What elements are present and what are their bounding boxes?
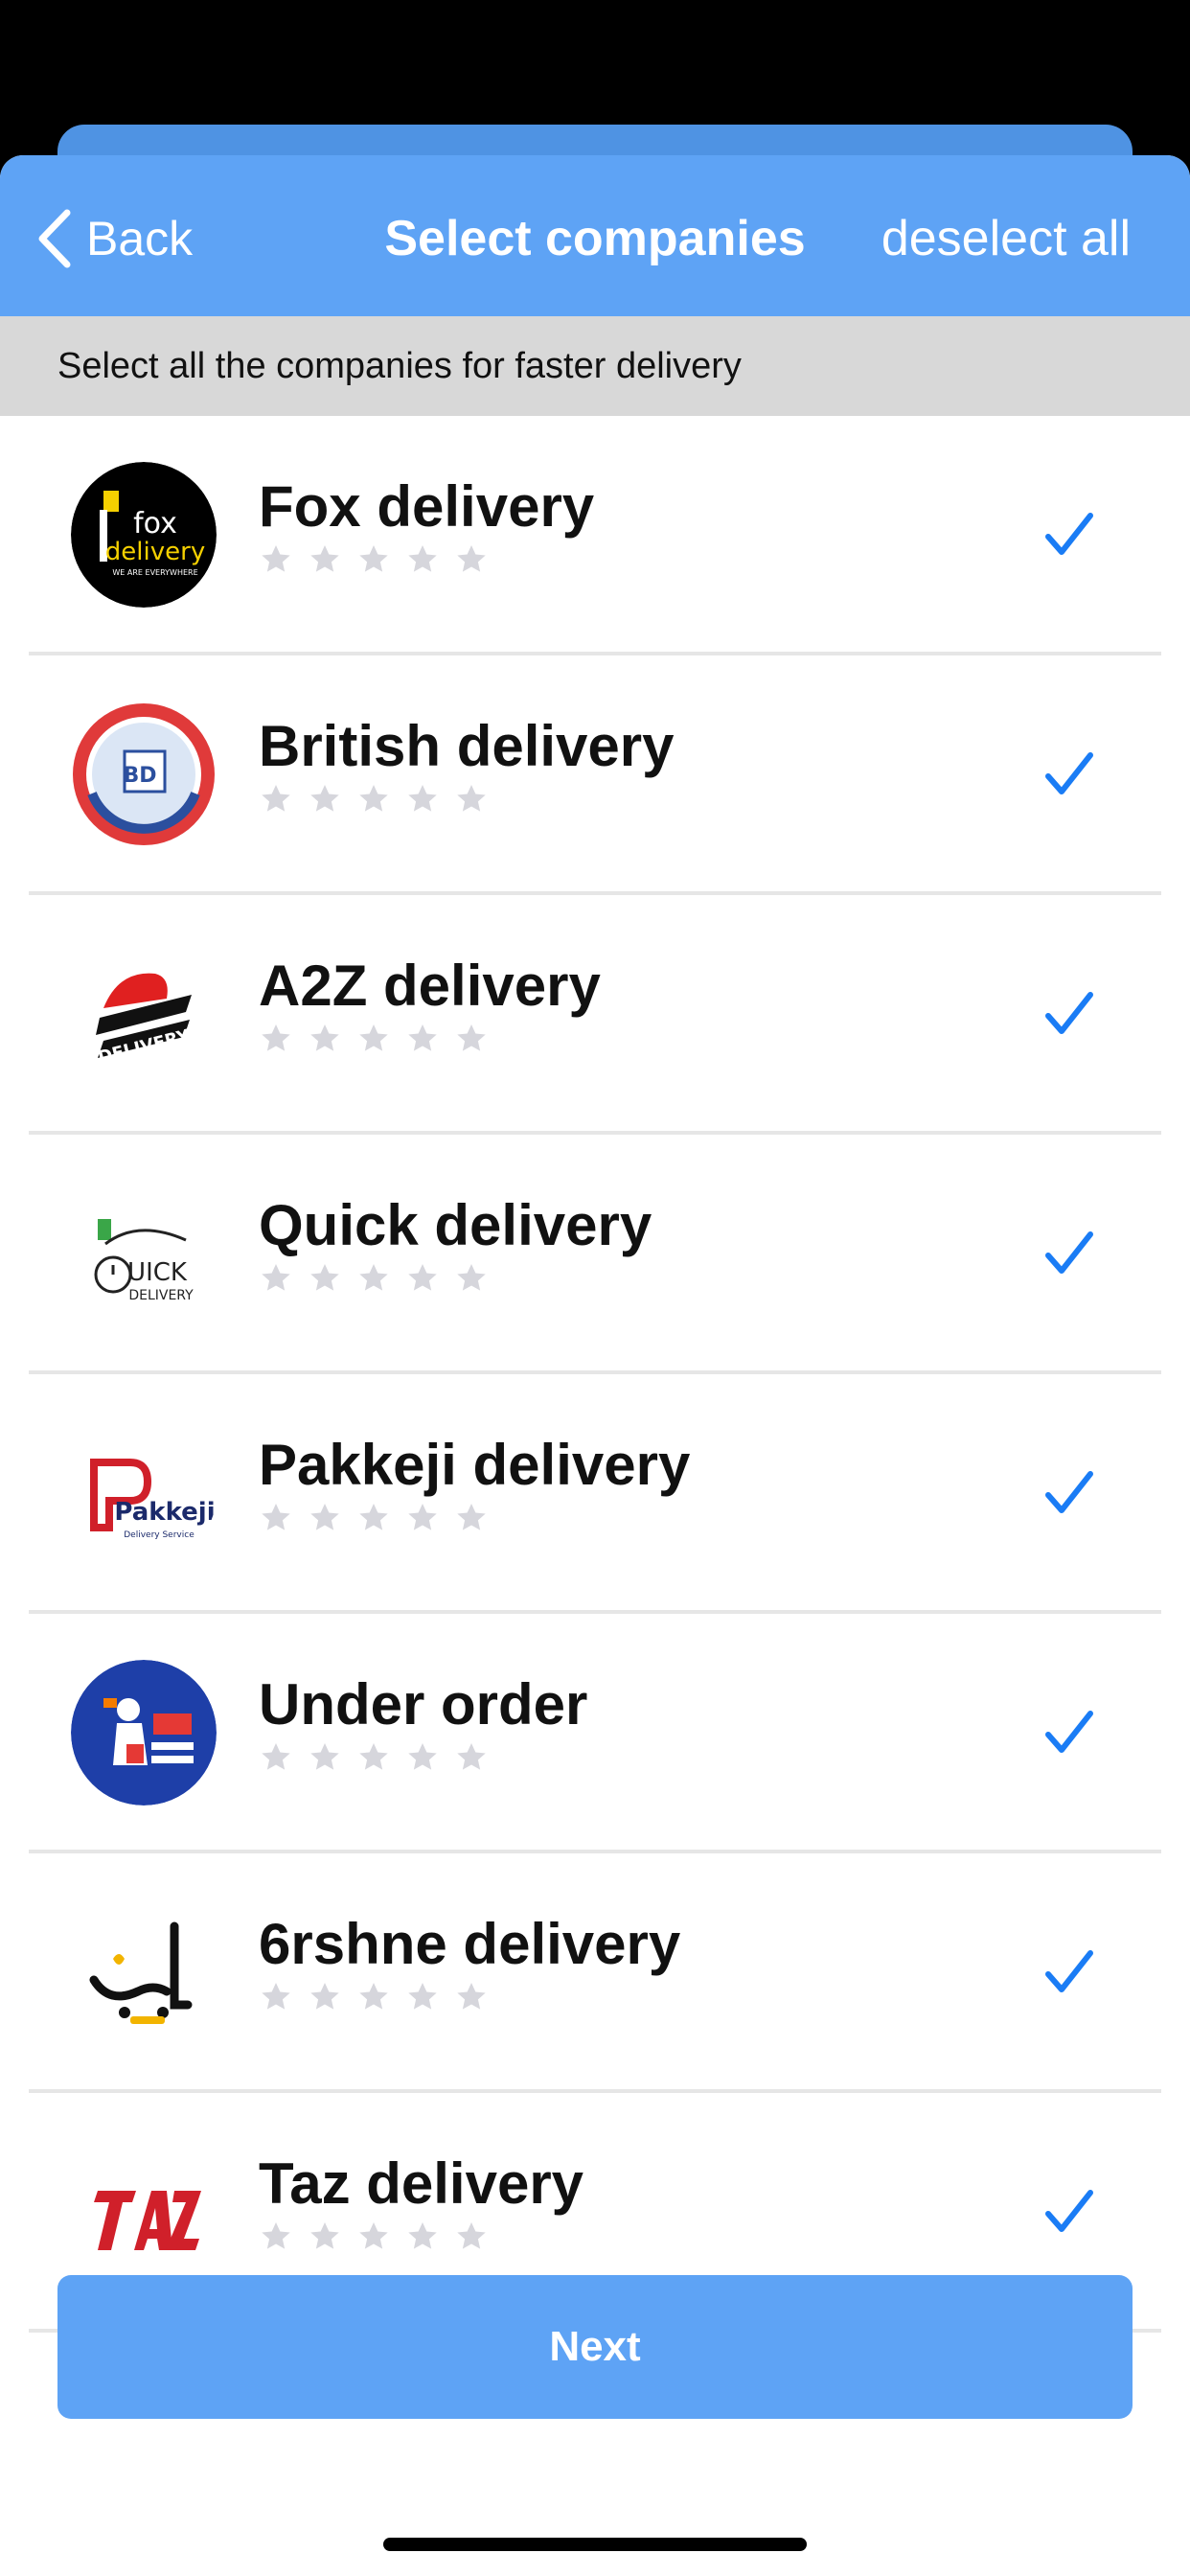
star-icon xyxy=(457,1024,486,1051)
checkmark-icon[interactable] xyxy=(1042,508,1096,562)
checkmark-icon[interactable] xyxy=(1042,987,1096,1041)
star-icon xyxy=(457,1743,486,1770)
british-delivery-logo: BD xyxy=(71,702,217,847)
star-icon xyxy=(457,545,486,572)
star-icon xyxy=(457,1983,486,2010)
star-icon xyxy=(359,1264,388,1291)
company-row[interactable]: UICK DELIVERY Quick delivery xyxy=(29,1135,1161,1374)
under-order-logo xyxy=(71,1660,217,1806)
back-label: Back xyxy=(86,212,194,265)
company-name: Fox delivery xyxy=(259,474,595,539)
star-icon xyxy=(310,1264,339,1291)
star-icon xyxy=(310,1504,339,1530)
rating-stars xyxy=(259,782,503,816)
star-icon xyxy=(359,1504,388,1530)
star-icon xyxy=(310,1983,339,2010)
checkmark-icon[interactable] xyxy=(1042,1706,1096,1760)
star-icon xyxy=(457,1504,486,1530)
star-icon xyxy=(408,1024,437,1051)
company-row[interactable]: 6rshne delivery xyxy=(29,1853,1161,2093)
rating-stars xyxy=(259,1980,503,2014)
svg-text:DELIVERY: DELIVERY xyxy=(128,1288,194,1303)
company-row[interactable]: Under order xyxy=(29,1614,1161,1853)
6rshne-delivery-logo xyxy=(71,1899,217,2045)
taz-delivery-logo xyxy=(71,2139,217,2285)
star-icon xyxy=(359,1024,388,1051)
checkmark-icon[interactable] xyxy=(1042,1466,1096,1520)
company-list[interactable]: fox delivery WE ARE EVERYWHERE Fox deliv… xyxy=(0,416,1190,2380)
section-header: Select all the companies for faster deli… xyxy=(0,316,1190,416)
star-icon xyxy=(457,785,486,812)
modal-sheet: Back Select companies deselect all Selec… xyxy=(0,155,1190,2576)
company-name: 6rshne delivery xyxy=(259,1912,681,1976)
company-name: A2Z delivery xyxy=(259,954,601,1018)
section-header-text: Select all the companies for faster deli… xyxy=(57,345,742,386)
next-button[interactable]: Next xyxy=(57,2275,1133,2419)
next-button-label: Next xyxy=(549,2323,641,2370)
svg-text:BD: BD xyxy=(123,764,156,788)
star-icon xyxy=(310,545,339,572)
svg-text:delivery: delivery xyxy=(105,538,205,566)
company-name: Under order xyxy=(259,1672,588,1736)
star-icon xyxy=(408,1743,437,1770)
star-icon xyxy=(408,1264,437,1291)
star-icon xyxy=(262,1264,290,1291)
star-icon xyxy=(262,545,290,572)
pakkeji-delivery-logo: Pakkeji Delivery Service xyxy=(71,1420,217,1566)
star-icon xyxy=(359,1743,388,1770)
star-icon xyxy=(310,785,339,812)
star-icon xyxy=(262,1983,290,2010)
star-icon xyxy=(457,2222,486,2249)
rating-stars xyxy=(259,1501,503,1535)
svg-text:fox: fox xyxy=(133,507,177,540)
a2z-delivery-logo: DELIVERY xyxy=(71,941,217,1087)
home-indicator xyxy=(383,2538,807,2551)
star-icon xyxy=(262,785,290,812)
rating-stars xyxy=(259,1261,503,1296)
quick-delivery-logo: UICK DELIVERY xyxy=(71,1181,217,1326)
company-name: Pakkeji delivery xyxy=(259,1433,691,1497)
star-icon xyxy=(408,1504,437,1530)
rating-stars xyxy=(259,1740,503,1775)
star-icon xyxy=(359,2222,388,2249)
company-name: British delivery xyxy=(259,714,675,778)
svg-text:Pakkeji: Pakkeji xyxy=(114,1498,215,1527)
checkmark-icon[interactable] xyxy=(1042,1945,1096,1999)
navigation-bar: Back Select companies deselect all xyxy=(0,155,1190,316)
star-icon xyxy=(408,785,437,812)
checkmark-icon[interactable] xyxy=(1042,1227,1096,1280)
star-icon xyxy=(408,545,437,572)
deselect-all-button[interactable]: deselect all xyxy=(881,205,1131,272)
star-icon xyxy=(359,545,388,572)
star-icon xyxy=(457,1264,486,1291)
star-icon xyxy=(262,1024,290,1051)
svg-text:UICK: UICK xyxy=(127,1258,188,1287)
checkmark-icon[interactable] xyxy=(1042,2185,1096,2239)
fox-delivery-logo: fox delivery WE ARE EVERYWHERE xyxy=(71,462,217,608)
company-row[interactable]: BD British delivery xyxy=(29,656,1161,895)
rating-stars xyxy=(259,1022,503,1056)
svg-text:WE ARE EVERYWHERE: WE ARE EVERYWHERE xyxy=(112,568,197,577)
star-icon xyxy=(310,1024,339,1051)
star-icon xyxy=(359,1983,388,2010)
company-row[interactable]: fox delivery WE ARE EVERYWHERE Fox deliv… xyxy=(29,416,1161,656)
company-row[interactable]: Pakkeji Delivery Service Pakkeji deliver… xyxy=(29,1374,1161,1614)
star-icon xyxy=(359,785,388,812)
company-name: Taz delivery xyxy=(259,2151,584,2216)
checkmark-icon[interactable] xyxy=(1042,748,1096,801)
star-icon xyxy=(262,1743,290,1770)
rating-stars xyxy=(259,542,503,577)
star-icon xyxy=(408,1983,437,2010)
company-name: Quick delivery xyxy=(259,1193,652,1257)
star-icon xyxy=(262,1504,290,1530)
rating-stars xyxy=(259,2220,503,2254)
back-button[interactable]: Back xyxy=(34,205,193,272)
star-icon xyxy=(408,2222,437,2249)
svg-text:Delivery Service: Delivery Service xyxy=(124,1530,195,1540)
star-icon xyxy=(262,2222,290,2249)
company-row[interactable]: DELIVERY A2Z delivery xyxy=(29,895,1161,1135)
star-icon xyxy=(310,2222,339,2249)
chevron-left-icon xyxy=(38,209,71,268)
star-icon xyxy=(310,1743,339,1770)
